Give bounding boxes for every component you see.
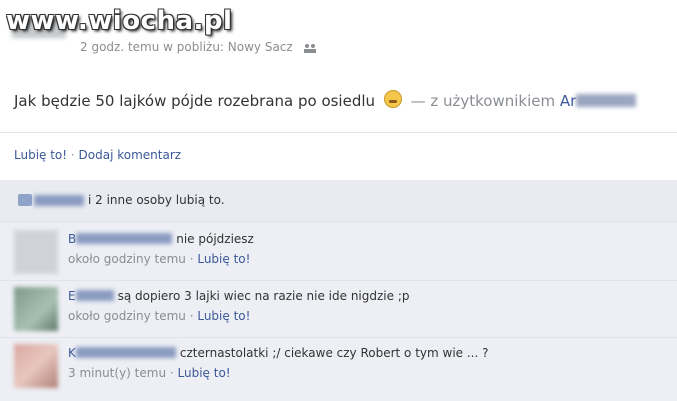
liker-name[interactable] [34, 195, 84, 206]
comment-avatar[interactable] [14, 344, 58, 388]
comment-author-blur [76, 233, 173, 244]
comment-text: nie pójdziesz [176, 232, 254, 246]
action-separator: · [67, 148, 79, 162]
blush-emoji-icon [383, 90, 402, 108]
comment-meta: 3 minut(y) temu · Lubię to! [68, 366, 231, 380]
divider [0, 132, 677, 133]
post-meta-text[interactable]: 2 godz. temu w pobliżu: Nowy Sacz [80, 40, 293, 54]
likes-text[interactable]: i 2 inne osoby lubią to. [88, 193, 225, 207]
comment-avatar[interactable] [14, 230, 58, 274]
comment-avatar[interactable] [14, 287, 58, 331]
comment-author-blur [75, 347, 176, 358]
comment-author[interactable]: B [68, 232, 76, 246]
comment-text: są dopiero 3 lajki wiec na razie nie ide… [117, 289, 410, 303]
tagged-prefix: — z użytkownikiem [410, 92, 556, 110]
likes-summary: i 2 inne osoby lubią to. [0, 180, 677, 222]
thumbs-up-icon [18, 194, 32, 206]
comment-time[interactable]: około godziny temu [68, 309, 186, 323]
post-text: Jak będzie 50 lajków pójde rozebrana po … [14, 90, 637, 110]
comment: Bnie pójdziesz około godziny temu · Lubi… [0, 224, 677, 281]
comment: Esą dopiero 3 lajki wiec na razie nie id… [0, 281, 677, 338]
tagged-user-blur [576, 94, 637, 107]
meta-separator: · [185, 252, 198, 266]
comment-meta: około godziny temu · Lubię to! [68, 309, 250, 323]
post-actions: Lubię to! · Dodaj komentarz [14, 148, 181, 162]
comment-body: Bnie pójdziesz [68, 232, 254, 246]
comment-author[interactable]: E [68, 289, 76, 303]
comment-like-button[interactable]: Lubię to! [197, 252, 250, 266]
comment-time[interactable]: 3 minut(y) temu [68, 366, 166, 380]
comment-meta: około godziny temu · Lubię to! [68, 252, 250, 266]
tagged-user-name[interactable]: Ar [560, 92, 576, 110]
comment-author-blur [75, 290, 114, 301]
comment-like-button[interactable]: Lubię to! [178, 366, 231, 380]
comment-text: czternastolatki ;/ ciekawe czy Robert o … [179, 346, 489, 360]
comment-like-button[interactable]: Lubię to! [197, 309, 250, 323]
people-icon [303, 43, 316, 53]
comment-body: Kczternastolatki ;/ ciekawe czy Robert o… [68, 346, 489, 360]
watermark: www.wiocha.pl [6, 6, 233, 36]
comment-time[interactable]: około godziny temu [68, 252, 186, 266]
comment-author[interactable]: K [68, 346, 76, 360]
post-meta: 2 godz. temu w pobliżu: Nowy Sacz [80, 40, 317, 54]
comment: Kczternastolatki ;/ ciekawe czy Robert o… [0, 338, 677, 394]
post-body: Jak będzie 50 lajków pójde rozebrana po … [14, 92, 376, 110]
like-button[interactable]: Lubię to! [14, 148, 67, 162]
tagged-user[interactable]: Ar [560, 92, 637, 110]
add-comment-button[interactable]: Dodaj komentarz [79, 148, 182, 162]
comment-body: Esą dopiero 3 lajki wiec na razie nie id… [68, 289, 409, 303]
meta-separator: · [185, 309, 198, 323]
meta-separator: · [166, 366, 178, 380]
